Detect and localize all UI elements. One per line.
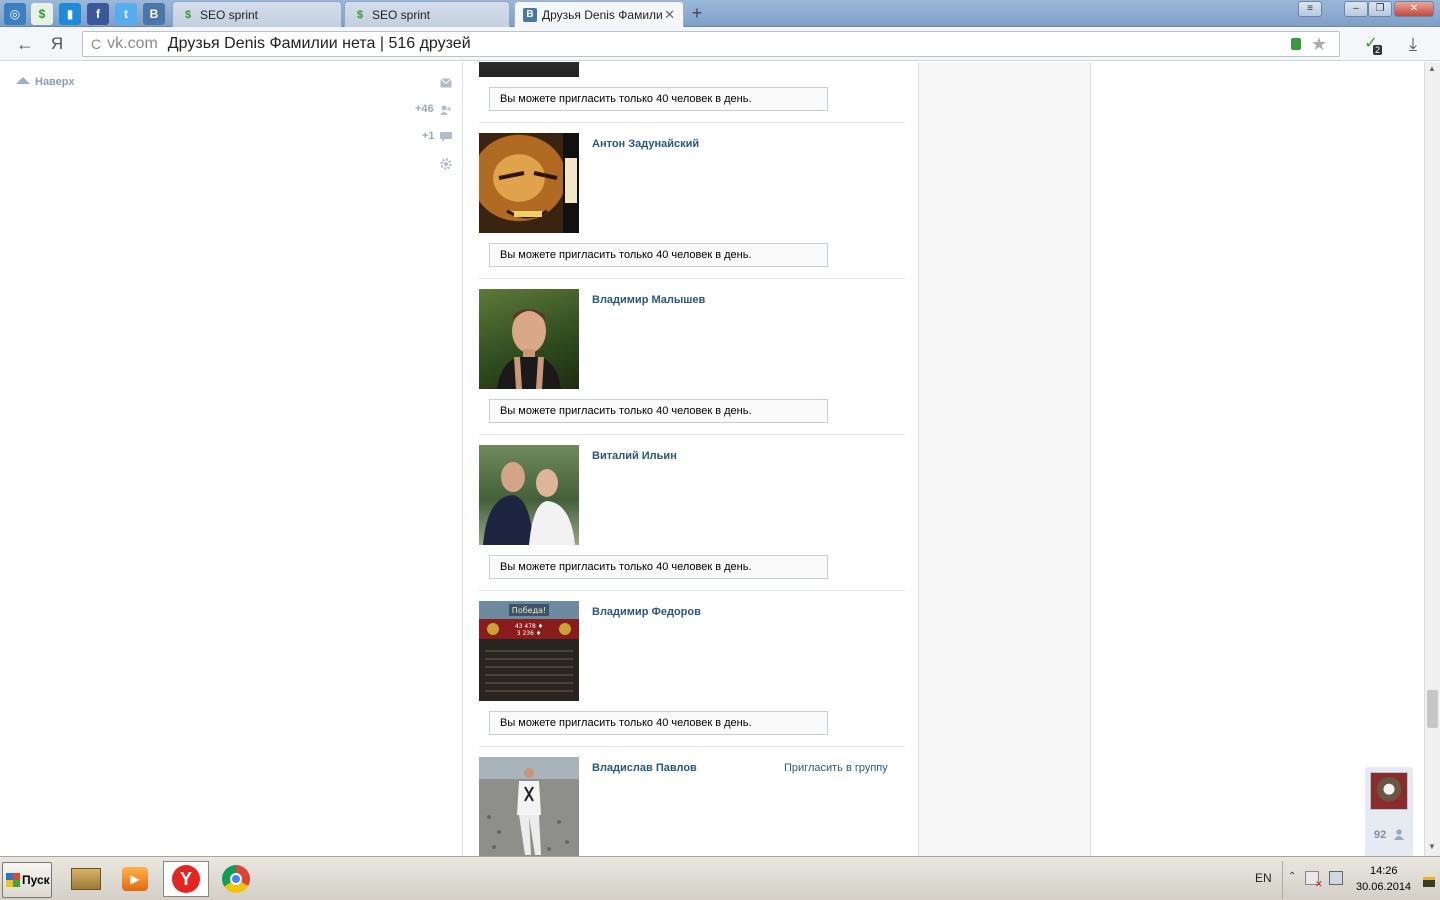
friend-requests-count[interactable]: +46 [415, 103, 434, 115]
cartoon-face-image [498, 133, 579, 233]
taskbar-yandex-browser-icon[interactable]: Y [163, 861, 209, 897]
back-arrow-icon[interactable]: ← [14, 33, 36, 55]
tab-seo-sprint-2[interactable]: $ SEO sprint [344, 1, 510, 27]
protect-badge: 2 [1373, 45, 1383, 55]
row-divider [479, 278, 905, 279]
invite-limit-notice: Вы можете пригласить только 40 человек в… [489, 87, 828, 111]
comment-icon[interactable] [440, 132, 452, 142]
friend-photo[interactable] [479, 757, 579, 856]
game-result-screenshot-image: Победа! 43 478 ♦ 3 236 ♦ [485, 604, 573, 692]
invite-to-group-link[interactable]: Пригласить в группу [784, 762, 888, 774]
vk-page: Наверх +46 +1 Вы можете пригласить тольк… [0, 62, 1424, 856]
yandex-icon[interactable]: Я [46, 33, 68, 55]
system-tray: ⌃ ✕ [1282, 861, 1440, 899]
tab-label: Друзья Denis Фамилии н [542, 7, 662, 22]
tray-notification-icon[interactable] [1423, 877, 1435, 887]
vk-icon: В [523, 7, 537, 22]
pinned-tab-bookmark-icon[interactable]: ▮ [59, 3, 81, 25]
clock-date[interactable]: 30.06.2014 [1356, 881, 1411, 893]
tray-network-icon[interactable] [1329, 871, 1343, 885]
language-indicator[interactable]: EN [1255, 871, 1272, 885]
friend-name-link[interactable]: Владислав Павлов [592, 762, 697, 774]
tab-label: SEO sprint [372, 7, 431, 22]
tray-error-icon: ✕ [1315, 879, 1323, 889]
gear-icon[interactable] [440, 158, 452, 170]
taskbar-chrome-icon[interactable] [219, 863, 253, 895]
envelope-icon[interactable] [440, 78, 452, 88]
pinned-tab-vk-icon[interactable]: В [143, 3, 165, 25]
pinned-tab-site-icon[interactable]: ◎ [4, 3, 26, 25]
restore-button[interactable]: ❐ [1368, 1, 1392, 17]
invite-limit-notice: Вы можете пригласить только 40 человек в… [489, 399, 828, 423]
two-men-photo-image [483, 462, 575, 545]
comments-count[interactable]: +1 [422, 130, 435, 142]
scroll-up-link[interactable]: Наверх [16, 76, 75, 88]
page-scrollbar[interactable]: ▲ ▼ [1424, 62, 1440, 856]
url-page-title: Друзья Denis Фамилии нета | 516 друзей [167, 35, 471, 52]
bookmark-star-icon[interactable]: ★ [1311, 34, 1327, 55]
new-tab-button[interactable]: + [686, 3, 708, 23]
friend-name-link[interactable]: Антон Задунайский [592, 138, 699, 150]
scrollbar-thumb[interactable] [1427, 690, 1438, 728]
right-gray-column [919, 62, 1091, 856]
browser-menu-button[interactable]: ≡ [1298, 1, 1322, 17]
friend-photo[interactable] [479, 289, 579, 389]
chat-online-widget[interactable]: 92 [1365, 767, 1413, 856]
row-divider [479, 122, 905, 123]
minimize-button[interactable]: – [1344, 1, 1368, 17]
man-portrait-image [497, 309, 561, 389]
friend-photo[interactable] [479, 133, 579, 233]
friend-name-link[interactable]: Владимир Федоров [592, 606, 701, 618]
invite-limit-notice: Вы можете пригласить только 40 человек в… [489, 711, 828, 735]
browser-tab-bar: ◎ $ ▮ f t В $ SEO sprint $ SEO sprint В … [0, 0, 1440, 27]
up-arrow-icon [16, 77, 30, 84]
invite-limit-notice: Вы можете пригласить только 40 человек в… [489, 243, 828, 267]
pinned-tab-facebook-icon[interactable]: f [87, 3, 109, 25]
start-label: Пуск [22, 873, 50, 887]
taskbar-media-player-icon[interactable]: ▶ [118, 863, 152, 895]
scroll-up-label: Наверх [35, 76, 75, 88]
game-banner-text: Победа! [512, 606, 546, 615]
online-friends-count: 92 [1374, 829, 1387, 841]
man-on-beach-image [487, 768, 569, 855]
start-button[interactable]: Пуск [2, 862, 52, 898]
friend-photo[interactable] [479, 445, 579, 545]
tab-vk-friends[interactable]: В Друзья Denis Фамилии н ✕ [514, 1, 684, 27]
tray-expand-icon[interactable]: ⌃ [1288, 871, 1296, 882]
friend-photo[interactable] [479, 62, 579, 77]
husky-avatar[interactable] [1370, 772, 1408, 810]
address-bar[interactable]: C vk.com Друзья Denis Фамилии нета | 516… [82, 31, 1340, 57]
friend-name-link[interactable]: Виталий Ильин [592, 450, 677, 462]
seosprint-icon: $ [356, 8, 364, 21]
tab-seo-sprint-1[interactable]: $ SEO sprint [172, 1, 342, 27]
scroll-up-arrow-icon[interactable]: ▲ [1428, 64, 1436, 73]
url-domain: vk.com [107, 35, 158, 52]
clock-time[interactable]: 14:26 [1370, 865, 1398, 877]
windows-flag-icon [6, 873, 20, 887]
person-icon [1394, 829, 1404, 840]
friends-list-column: Вы можете пригласить только 40 человек в… [462, 62, 919, 856]
row-divider [479, 434, 905, 435]
row-divider [479, 746, 905, 747]
row-divider [479, 590, 905, 591]
game-score-line-2: 3 236 ♦ [517, 630, 541, 637]
tab-label: SEO sprint [200, 7, 259, 22]
reload-icon[interactable]: C [91, 36, 101, 52]
pinned-tab-twitter-icon[interactable]: t [115, 3, 137, 25]
scroll-down-arrow-icon[interactable]: ▼ [1428, 842, 1436, 851]
pinned-tab-seosprint-icon[interactable]: $ [31, 3, 53, 25]
seosprint-icon: $ [184, 8, 192, 21]
lock-icon[interactable] [1291, 38, 1301, 50]
taskbar-library-app-icon[interactable] [68, 863, 104, 895]
game-score-line-1: 43 478 ♦ [515, 623, 543, 630]
windows-taskbar: Пуск ▶ Y EN ⌃ ✕ 14:26 30.06.2014 [0, 856, 1440, 900]
download-icon[interactable]: ⤓ [1402, 33, 1424, 55]
close-window-button[interactable]: ✕ [1394, 1, 1434, 17]
friend-photo[interactable]: Победа! 43 478 ♦ 3 236 ♦ [479, 601, 579, 701]
people-icon[interactable] [440, 105, 452, 115]
friend-name-link[interactable]: Владимир Малышев [592, 294, 705, 306]
browser-toolbar: ← Я C vk.com Друзья Denis Фамилии нета |… [0, 27, 1440, 61]
invite-limit-notice: Вы можете пригласить только 40 человек в… [489, 555, 828, 579]
close-tab-icon[interactable]: ✕ [664, 7, 675, 23]
